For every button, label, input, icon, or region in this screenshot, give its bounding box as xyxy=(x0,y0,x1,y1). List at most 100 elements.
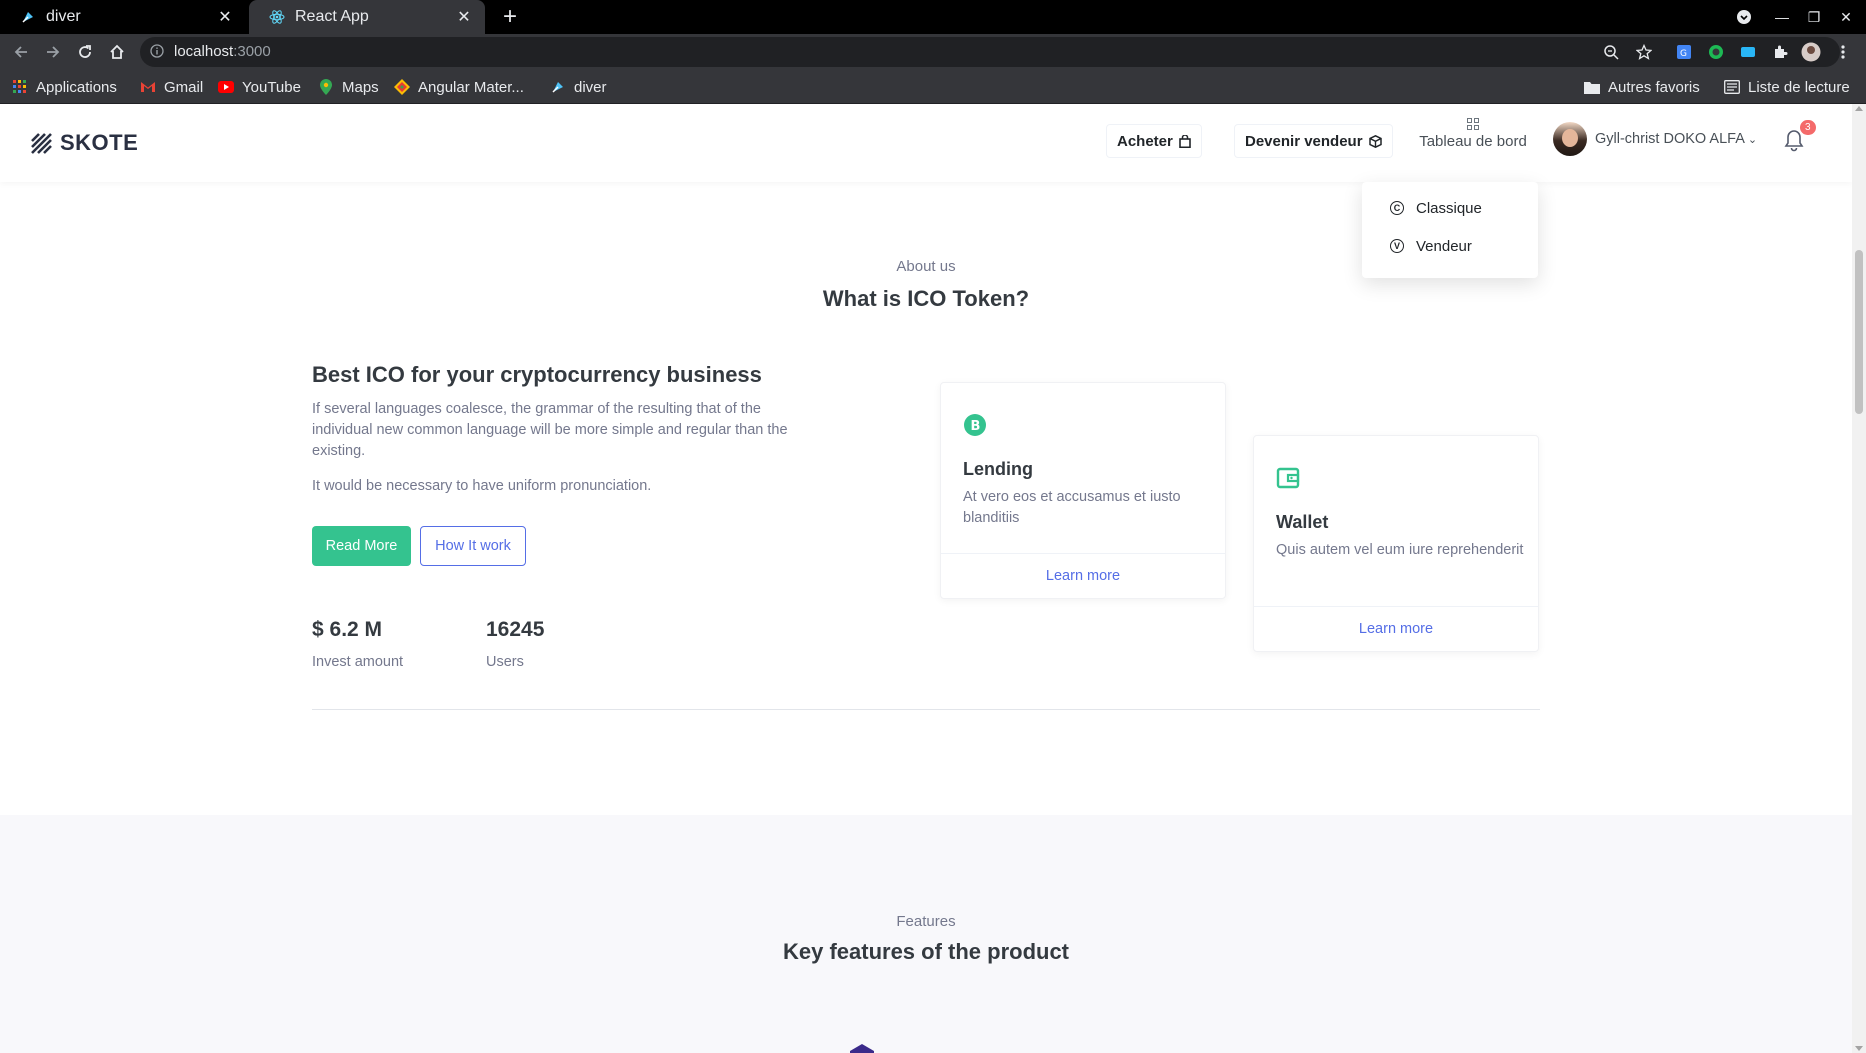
react-favicon-icon xyxy=(269,9,285,25)
features-title: Key features of the product xyxy=(782,939,1070,964)
bookmark-label: Gmail xyxy=(164,78,204,96)
profile-avatar-icon[interactable] xyxy=(1800,41,1822,63)
bitcoin-icon: B xyxy=(964,414,986,436)
shopping-bag-icon xyxy=(1179,134,1191,148)
notifications-button[interactable]: 3 xyxy=(1783,120,1816,156)
notification-badge: 3 xyxy=(1800,120,1816,135)
brand-logo[interactable]: SKOTE xyxy=(30,130,138,156)
skote-logo-icon xyxy=(31,133,52,154)
site-info-icon[interactable] xyxy=(150,44,164,63)
svg-text:B: B xyxy=(971,419,981,434)
circle-c-icon: C xyxy=(1390,201,1404,215)
about-paragraph: It would be necessary to have uniform pr… xyxy=(312,478,652,494)
stat-label: Invest amount xyxy=(312,654,404,670)
dashboard-label: Tableau de bord xyxy=(1419,133,1527,150)
blue-extension-icon[interactable] xyxy=(1737,41,1759,63)
about-paragraph: If several languages coalesce, the gramm… xyxy=(312,401,788,459)
about-subtitle: About us xyxy=(896,258,956,275)
circle-v-icon: V xyxy=(1390,239,1404,253)
scrollbar-thumb[interactable] xyxy=(1855,250,1863,414)
user-name: Gyll-christ DOKO ALFA xyxy=(1595,131,1745,147)
bookmark-maps[interactable]: Maps xyxy=(318,76,379,98)
close-tab-icon[interactable]: ✕ xyxy=(455,8,473,26)
scroll-up-arrow-icon[interactable] xyxy=(1855,106,1863,111)
dropdown-item-label: Classique xyxy=(1416,199,1482,217)
close-window-icon[interactable]: ✕ xyxy=(1832,0,1860,34)
site-header: SKOTE Acheter Devenir vendeur Tableau de… xyxy=(0,104,1852,182)
bookmark-label: diver xyxy=(574,78,607,96)
bookmark-label: YouTube xyxy=(242,78,301,96)
reading-list-label: Liste de lecture xyxy=(1748,78,1850,96)
avatar xyxy=(1553,122,1587,156)
become-seller-button[interactable]: Devenir vendeur xyxy=(1234,124,1393,158)
stat-users: 16245 Users xyxy=(486,618,544,670)
address-bar[interactable]: localhost:3000 xyxy=(140,37,1840,67)
angular-material-icon xyxy=(394,79,410,95)
tab-react-app[interactable]: React App ✕ xyxy=(249,0,485,34)
about-title: What is ICO Token? xyxy=(822,286,1030,311)
learn-more-link[interactable]: Learn more xyxy=(941,553,1225,598)
dropdown-item-vendeur[interactable]: V Vendeur xyxy=(1390,236,1472,256)
card-lending: B Lending At vero eos et accusamus et iu… xyxy=(940,382,1226,599)
scroll-down-arrow-icon[interactable] xyxy=(1855,1046,1863,1051)
new-tab-button[interactable]: + xyxy=(498,4,522,30)
stat-label: Users xyxy=(486,654,524,670)
maps-icon xyxy=(318,79,334,95)
stat-value: 16245 xyxy=(486,618,545,641)
close-tab-icon[interactable]: ✕ xyxy=(216,8,234,26)
buy-button[interactable]: Acheter xyxy=(1106,124,1202,158)
read-more-button[interactable]: Read More xyxy=(312,526,411,566)
folder-icon xyxy=(1584,79,1600,95)
features-section: Features Key features of the product xyxy=(0,815,1852,1053)
dropdown-item-label: Vendeur xyxy=(1416,237,1472,255)
brand-name: SKOTE xyxy=(60,130,139,155)
bookmark-applications[interactable]: Applications xyxy=(12,76,117,98)
tab-title: diver xyxy=(46,8,81,25)
back-icon[interactable] xyxy=(8,39,34,65)
page-viewport: SKOTE Acheter Devenir vendeur Tableau de… xyxy=(0,104,1866,1053)
learn-more-link[interactable]: Learn more xyxy=(1254,606,1538,651)
bookmark-angular-material[interactable]: Angular Mater... xyxy=(394,76,524,98)
other-bookmarks-label: Autres favoris xyxy=(1608,78,1700,96)
reading-list-icon xyxy=(1724,79,1740,95)
stat-invest-amount: $ 6.2 M Invest amount xyxy=(312,618,403,670)
forward-icon[interactable] xyxy=(40,39,66,65)
reload-icon[interactable] xyxy=(72,39,98,65)
translate-extension-icon[interactable]: G xyxy=(1673,41,1695,63)
about-lead-title: Best ICO for your cryptocurrency busines… xyxy=(312,362,762,387)
restore-icon[interactable]: ❐ xyxy=(1800,0,1828,34)
green-extension-icon[interactable] xyxy=(1705,41,1727,63)
tab-diver[interactable]: diver ✕ xyxy=(0,0,246,34)
become-seller-label: Devenir vendeur xyxy=(1245,132,1363,150)
tab-search-icon[interactable] xyxy=(1730,0,1758,34)
bookmark-diver[interactable]: diver xyxy=(550,76,607,98)
card-wallet: Wallet Quis autem vel eum iure reprehend… xyxy=(1253,435,1539,652)
apps-grid-icon xyxy=(12,79,28,95)
user-menu[interactable]: Gyll-christ DOKO ALFA ⌄ xyxy=(1553,122,1757,156)
section-divider xyxy=(312,709,1540,710)
extensions-puzzle-icon[interactable] xyxy=(1769,41,1791,63)
bookmark-star-icon[interactable] xyxy=(1633,41,1655,63)
hexagon-icon xyxy=(850,1044,874,1053)
card-title: Lending xyxy=(963,459,1033,479)
diver-icon xyxy=(550,79,566,95)
url-text: localhost:3000 xyxy=(174,43,271,60)
bookmark-label: Applications xyxy=(36,78,117,96)
other-bookmarks-folder[interactable]: Autres favoris xyxy=(1584,76,1700,98)
bookmarks-bar: Applications Gmail YouTube Maps Angular … xyxy=(0,70,1866,104)
tab-title: React App xyxy=(295,8,369,25)
bookmark-youtube[interactable]: YouTube xyxy=(218,76,301,98)
browser-menu-icon[interactable] xyxy=(1832,41,1854,63)
gmail-icon xyxy=(140,79,156,95)
bookmark-gmail[interactable]: Gmail xyxy=(140,76,203,98)
how-it-work-button[interactable]: How It work xyxy=(420,526,526,566)
card-text: Quis autem vel eum iure reprehenderit xyxy=(1276,542,1524,558)
minimize-icon[interactable]: — xyxy=(1768,0,1796,34)
bookmark-label: Angular Mater... xyxy=(418,78,524,96)
dashboard-menu-toggle[interactable]: Tableau de bord xyxy=(1418,118,1528,150)
home-icon[interactable] xyxy=(104,39,130,65)
zoom-icon[interactable] xyxy=(1600,41,1622,63)
page-scrollbar[interactable] xyxy=(1852,104,1866,1053)
dropdown-item-classique[interactable]: C Classique xyxy=(1390,198,1482,218)
reading-list-button[interactable]: Liste de lecture xyxy=(1724,76,1850,98)
